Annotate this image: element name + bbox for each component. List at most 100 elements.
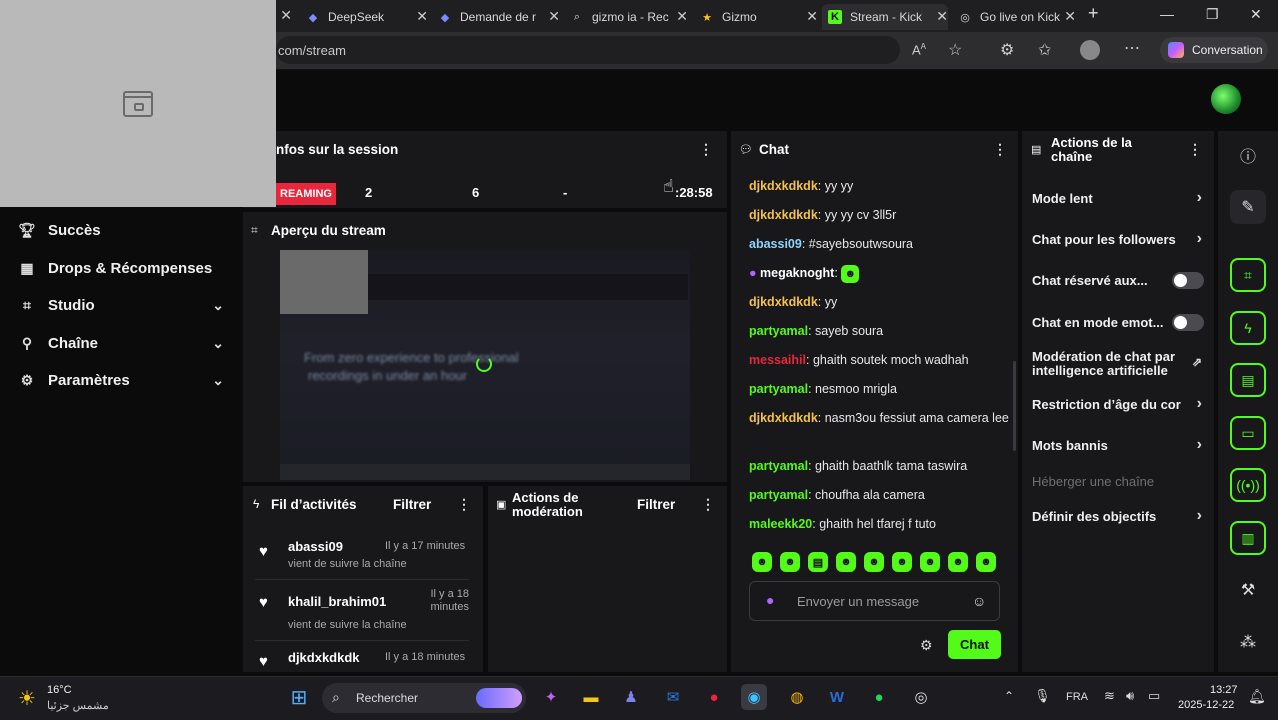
chrome-icon[interactable]: ◍ [784, 684, 810, 710]
chat-panel-toggle[interactable]: ▭ [1230, 416, 1266, 450]
emote-icon[interactable]: ☻ [948, 552, 968, 572]
taskbar-search-box[interactable]: ⌕ Rechercher [322, 683, 526, 713]
tab-close-icon[interactable]: ✕ [1064, 8, 1076, 25]
chat-username[interactable]: djkdxkdkdk [749, 295, 818, 309]
copilot-app-icon[interactable]: ✦ [538, 684, 564, 710]
action-ai-moderation[interactable]: Modération de chat par intelligence arti… [1032, 350, 1202, 378]
tab-close-partial[interactable]: ✕ [278, 4, 294, 30]
emote-icon[interactable]: ☻ [892, 552, 912, 572]
action-age-restriction[interactable]: Restriction d’âge du cor › [1032, 397, 1204, 412]
tray-chevron-icon[interactable]: ⌃ [1004, 689, 1014, 703]
read-aloud-icon[interactable]: AA [912, 42, 926, 57]
sidebar-item-chaine[interactable]: ⚲ Chaîne ⌄ [18, 335, 224, 352]
emote-icon[interactable]: ▤ [808, 552, 828, 572]
file-explorer-icon[interactable]: ▬ [578, 684, 604, 710]
favorite-star-icon[interactable]: ☆ [948, 40, 962, 60]
microphone-icon[interactable]: ● [766, 592, 774, 608]
apps-icon[interactable]: ⁂ [1230, 625, 1266, 659]
microphone-tray-icon[interactable]: 🎙︎ [1034, 688, 1051, 704]
obs-icon[interactable]: ◎ [908, 684, 934, 710]
tab-gizmo[interactable]: ★ Gizmo ✕ [694, 4, 818, 30]
extensions-icon[interactable]: ⚙ [1000, 40, 1014, 60]
action-chat-followers[interactable]: Chat pour les followers › [1032, 232, 1204, 247]
wifi-icon[interactable]: ≋ [1104, 688, 1115, 704]
toggle-switch[interactable] [1172, 272, 1204, 289]
action-banned-words[interactable]: Mots bannis › [1032, 436, 1204, 453]
chat-username[interactable]: partyamal [749, 324, 808, 338]
outlook-icon[interactable]: ✉ [660, 684, 686, 710]
acrobat-icon[interactable]: ● [701, 684, 727, 710]
emote-icon[interactable]: ☻ [752, 552, 772, 572]
action-mode-lent[interactable]: Mode lent › [1032, 189, 1204, 206]
sidebar-item-drops[interactable]: ▦ Drops & Récompenses [18, 260, 224, 277]
chat-input-field[interactable]: ● Envoyer un message ☺ [749, 581, 1000, 621]
session-panel-toggle[interactable]: ▤ [1230, 363, 1266, 397]
chat-username[interactable]: partyamal [749, 488, 808, 502]
emote-icon[interactable]: ☻ [864, 552, 884, 572]
tab-close-icon[interactable]: ✕ [548, 8, 560, 25]
new-tab-icon[interactable]: + [1088, 3, 1099, 24]
kebab-menu-icon[interactable]: ⋮ [699, 141, 713, 158]
address-bar[interactable]: com/stream [276, 36, 900, 64]
spotify-icon[interactable]: ● [866, 684, 892, 710]
chat-username[interactable]: maleekk20 [749, 517, 812, 531]
emote-icon[interactable]: ☻ [780, 552, 800, 572]
toggle-switch[interactable] [1172, 314, 1204, 331]
word-icon[interactable]: W [824, 684, 850, 710]
sidebar-item-succes[interactable]: 🏆︎ Succès [18, 222, 224, 239]
emoji-icon[interactable]: ☺ [972, 593, 986, 609]
sidebar-item-parametres[interactable]: ⚙ Paramètres ⌄ [18, 372, 224, 389]
restore-icon[interactable]: ❐ [1206, 6, 1219, 23]
chat-username[interactable]: partyamal [749, 382, 808, 396]
edit-icon[interactable]: ✎ [1230, 190, 1266, 224]
chat-username[interactable]: partyamal [749, 459, 808, 473]
volume-icon[interactable]: 🔊︎ [1126, 688, 1134, 704]
chat-send-button[interactable]: Chat [948, 630, 1001, 659]
broadcast-panel-toggle[interactable]: ((•)) [1230, 468, 1266, 502]
actions-panel-toggle[interactable]: ▥ [1230, 521, 1266, 555]
activity-panel-toggle[interactable]: ϟ [1230, 311, 1266, 345]
language-indicator[interactable]: FRA [1066, 691, 1088, 703]
emote-icon[interactable]: ☻ [976, 552, 996, 572]
copilot-conversation-button[interactable]: Conversation [1160, 37, 1268, 63]
tab-go-live[interactable]: ◎ Go live on Kick ✕ [952, 4, 1076, 30]
action-chat-reserve[interactable]: Chat réservé aux... [1032, 272, 1204, 289]
moderation-filter-button[interactable]: Filtrer [637, 497, 675, 512]
minimize-icon[interactable]: — [1160, 6, 1174, 22]
chat-settings-icon[interactable]: ⚙ [920, 637, 933, 654]
action-set-goals[interactable]: Définir des objectifs › [1032, 507, 1204, 524]
edge-browser-icon[interactable]: ◉ [741, 684, 767, 710]
favorites-icon[interactable]: ✩ [1038, 40, 1051, 60]
weather-icon[interactable]: ☀ [18, 686, 36, 711]
emote-icon[interactable]: ☻ [920, 552, 940, 572]
emote-icon[interactable]: ☻ [836, 552, 856, 572]
profile-avatar[interactable] [1080, 40, 1100, 60]
chat-username[interactable]: djkdxkdkdk [749, 411, 818, 425]
chat-username[interactable]: djkdxkdkdk [749, 208, 818, 222]
close-window-icon[interactable]: ✕ [1250, 6, 1262, 23]
tab-close-icon[interactable]: ✕ [936, 8, 948, 25]
chat-username[interactable]: messaihil [749, 353, 806, 367]
clock-date[interactable]: 2025-12-22 [1178, 699, 1234, 711]
tab-stream-kick[interactable]: K Stream - Kick ✕ [822, 4, 948, 30]
stream-preview-video[interactable]: From zero experience to professional rec… [280, 250, 690, 480]
teams-icon[interactable]: ♟ [618, 684, 644, 710]
preview-panel-toggle[interactable]: ⌗ [1230, 258, 1266, 292]
tab-gizmo-search[interactable]: ⌕ gizmo ia - Rec ✕ [564, 4, 688, 30]
chat-username[interactable]: abassi09 [749, 237, 802, 251]
user-avatar[interactable] [1211, 84, 1241, 114]
sidebar-item-studio[interactable]: ⌗ Studio ⌄ [18, 297, 224, 314]
tab-close-icon[interactable]: ✕ [676, 8, 688, 25]
action-chat-emote[interactable]: Chat en mode emot... [1032, 314, 1204, 331]
activity-filter-button[interactable]: Filtrer [393, 497, 431, 512]
windows-start-icon[interactable]: ⊞ [286, 684, 312, 710]
tab-close-icon[interactable]: ✕ [806, 8, 818, 25]
kebab-menu-icon[interactable]: ⋮ [457, 496, 471, 513]
info-icon[interactable]: ⓘ [1230, 138, 1266, 172]
battery-icon[interactable]: ▭ [1148, 688, 1160, 704]
tab-close-icon[interactable]: ✕ [416, 8, 428, 25]
clock-time[interactable]: 13:27 [1210, 684, 1238, 696]
kebab-menu-icon[interactable]: ⋮ [1188, 141, 1202, 158]
kebab-menu-icon[interactable]: ⋮ [701, 496, 715, 513]
chat-scrollbar[interactable] [1013, 361, 1016, 451]
